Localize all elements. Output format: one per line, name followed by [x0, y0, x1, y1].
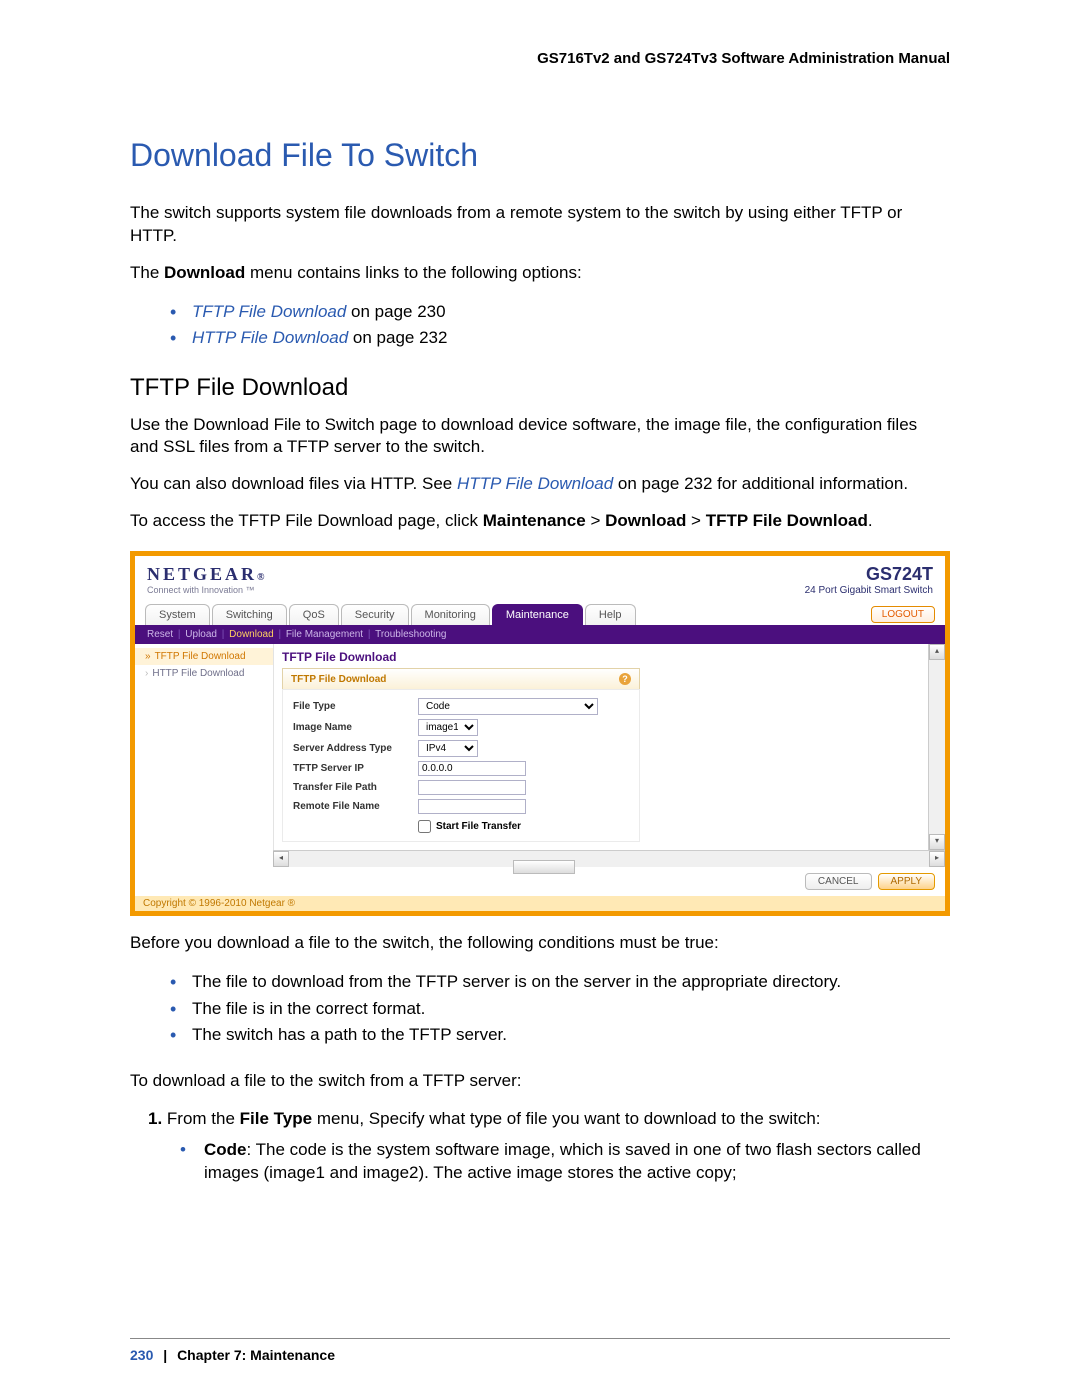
- tab-system[interactable]: System: [145, 604, 210, 625]
- help-icon[interactable]: ?: [619, 673, 631, 685]
- http-link[interactable]: HTTP File Download: [192, 328, 348, 347]
- scroll-down-icon[interactable]: ▾: [929, 834, 945, 850]
- sub-navigation: Reset | Upload | Download | File Managem…: [135, 625, 945, 644]
- paragraph: You can also download files via HTTP. Se…: [130, 473, 950, 496]
- paragraph: To download a file to the switch from a …: [130, 1070, 950, 1093]
- page-title: Download File To Switch: [130, 137, 950, 174]
- addr-type-select[interactable]: IPv4: [418, 740, 478, 757]
- list-item: The switch has a path to the TFTP server…: [170, 1022, 950, 1048]
- text: You can also download files via HTTP. Se…: [130, 474, 457, 493]
- tab-monitoring[interactable]: Monitoring: [411, 604, 490, 625]
- text: .: [868, 511, 873, 530]
- subnav-troubleshooting[interactable]: Troubleshooting: [375, 629, 446, 640]
- image-name-label: Image Name: [293, 722, 418, 733]
- sidebar-item-tftp[interactable]: TFTP File Download: [135, 648, 273, 665]
- copyright-text: Copyright © 1996-2010 Netgear ®: [135, 896, 945, 911]
- sidebar-item-http[interactable]: HTTP File Download: [135, 665, 273, 682]
- paragraph: Use the Download File to Switch page to …: [130, 414, 950, 460]
- server-ip-input[interactable]: [418, 761, 526, 776]
- scroll-right-icon[interactable]: ▸: [929, 851, 945, 867]
- cancel-button[interactable]: CANCEL: [805, 873, 872, 890]
- tab-help[interactable]: Help: [585, 604, 636, 625]
- gt: >: [686, 511, 705, 530]
- start-transfer-checkbox[interactable]: [418, 820, 431, 833]
- remote-name-label: Remote File Name: [293, 801, 418, 812]
- paragraph: To access the TFTP File Download page, c…: [130, 510, 950, 533]
- page-number: 230: [130, 1347, 153, 1363]
- model-name: GS724T: [805, 564, 933, 585]
- breadcrumb-part: Maintenance: [483, 511, 586, 530]
- page-footer: 230 | Chapter 7: Maintenance: [130, 1347, 335, 1363]
- addr-type-label: Server Address Type: [293, 743, 418, 754]
- text: on page 232 for additional information.: [613, 474, 908, 493]
- tftp-link[interactable]: TFTP File Download: [192, 302, 346, 321]
- scroll-thumb[interactable]: [513, 860, 575, 874]
- netgear-logo: NETGEAR®: [147, 564, 265, 584]
- horizontal-scrollbar[interactable]: ◂ ▸: [273, 850, 945, 867]
- text: menu, Specify what type of file you want…: [312, 1109, 820, 1128]
- scroll-left-icon[interactable]: ◂: [273, 851, 289, 867]
- tab-switching[interactable]: Switching: [212, 604, 287, 625]
- vertical-scrollbar[interactable]: ▴ ▾: [928, 644, 945, 850]
- code-word: Code: [204, 1140, 247, 1159]
- breadcrumb-part: TFTP File Download: [706, 511, 868, 530]
- screenshot: NETGEAR® Connect with Innovation ™ GS724…: [130, 551, 950, 916]
- text: on page 232: [348, 328, 447, 347]
- list-item: TFTP File Download on page 230: [170, 299, 950, 325]
- list-item: The file to download from the TFTP serve…: [170, 969, 950, 995]
- side-menu: TFTP File Download HTTP File Download: [135, 644, 274, 850]
- tab-maintenance[interactable]: Maintenance: [492, 604, 583, 625]
- breadcrumb-part: Download: [605, 511, 686, 530]
- step-1-subbullet: Code: The code is the system software im…: [180, 1139, 950, 1185]
- scroll-up-icon[interactable]: ▴: [929, 644, 945, 660]
- tab-security[interactable]: Security: [341, 604, 409, 625]
- text: To access the TFTP File Download page, c…: [130, 511, 483, 530]
- file-type-label: File Type: [293, 701, 418, 712]
- chapter-label: Chapter 7: Maintenance: [177, 1347, 335, 1363]
- panel-title: TFTP File Download: [282, 650, 935, 664]
- apply-button[interactable]: APPLY: [878, 873, 936, 890]
- model-desc: 24 Port Gigabit Smart Switch: [805, 585, 933, 596]
- subnav-reset[interactable]: Reset: [147, 629, 173, 640]
- list-item: The file is in the correct format.: [170, 996, 950, 1022]
- subnav-file-management[interactable]: File Management: [286, 629, 363, 640]
- conditions-list: The file to download from the TFTP serve…: [130, 969, 950, 1048]
- step-number: 1.: [148, 1109, 162, 1128]
- file-type-select[interactable]: Code: [418, 698, 598, 715]
- transfer-path-label: Transfer File Path: [293, 782, 418, 793]
- list-item: HTTP File Download on page 232: [170, 325, 950, 351]
- http-link-inline[interactable]: HTTP File Download: [457, 474, 613, 493]
- transfer-path-input[interactable]: [418, 780, 526, 795]
- intro-paragraph-1: The switch supports system file download…: [130, 202, 950, 248]
- file-type-word: File Type: [240, 1109, 312, 1128]
- server-ip-label: TFTP Server IP: [293, 763, 418, 774]
- text: on page 230: [346, 302, 445, 321]
- section-title: TFTP File Download: [130, 374, 950, 402]
- brand-tagline: Connect with Innovation ™: [147, 585, 265, 595]
- logout-button[interactable]: LOGOUT: [871, 606, 935, 623]
- text: : The code is the system software image,…: [204, 1140, 921, 1182]
- gt: >: [586, 511, 605, 530]
- image-name-select[interactable]: image1: [418, 719, 478, 736]
- panel-sub-title: TFTP File Download: [291, 674, 386, 685]
- footer-rule: [130, 1338, 950, 1339]
- tab-qos[interactable]: QoS: [289, 604, 339, 625]
- text: menu contains links to the following opt…: [245, 263, 581, 282]
- manual-title: GS716Tv2 and GS724Tv3 Software Administr…: [130, 50, 950, 67]
- download-word: Download: [164, 263, 245, 282]
- options-list: TFTP File Download on page 230 HTTP File…: [130, 299, 950, 352]
- paragraph: Before you download a file to the switch…: [130, 932, 950, 955]
- text: The: [130, 263, 164, 282]
- intro-paragraph-2: The Download menu contains links to the …: [130, 262, 950, 285]
- subnav-download[interactable]: Download: [229, 629, 273, 640]
- remote-name-input[interactable]: [418, 799, 526, 814]
- text: From the: [167, 1109, 240, 1128]
- start-transfer-label: Start File Transfer: [436, 821, 521, 832]
- step-1: 1. From the File Type menu, Specify what…: [148, 1107, 950, 1131]
- subnav-upload[interactable]: Upload: [185, 629, 217, 640]
